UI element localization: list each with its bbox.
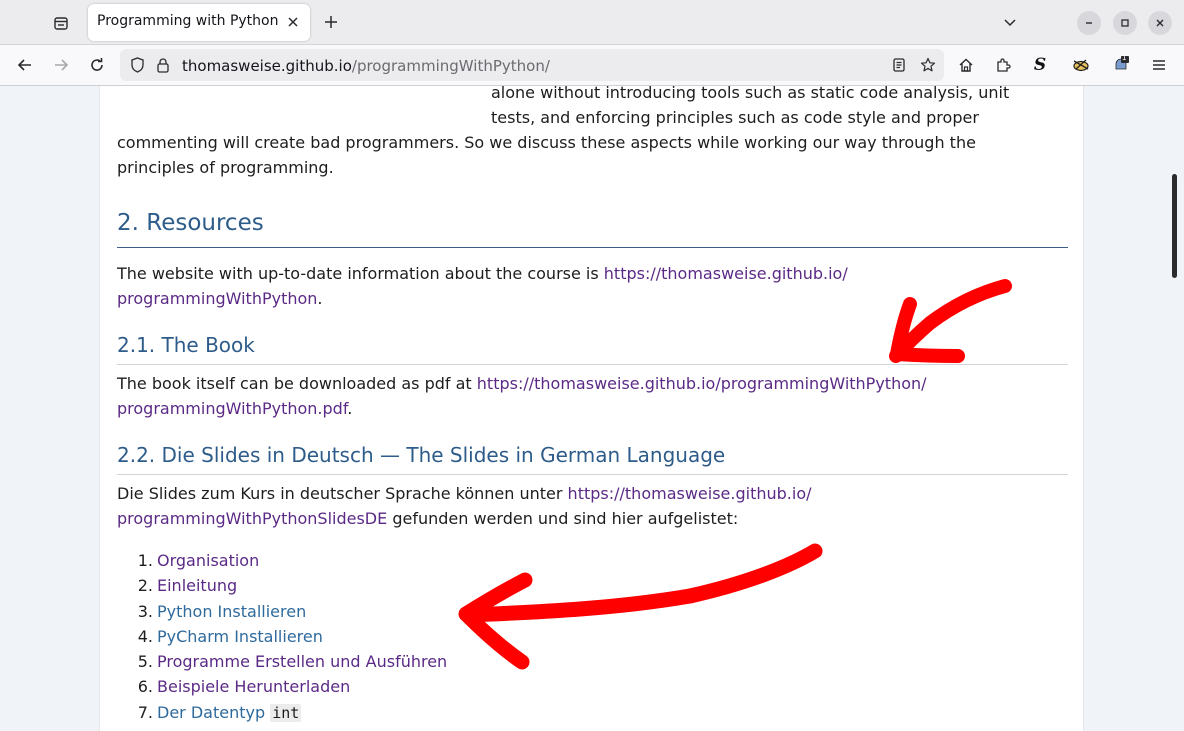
shield-icon[interactable]	[126, 54, 148, 76]
back-arrow-icon[interactable]	[13, 53, 37, 77]
home-icon[interactable]	[954, 53, 978, 77]
url-host: thomasweise.github.io	[182, 57, 352, 75]
chevron-down-icon[interactable]	[999, 11, 1021, 33]
window-close-icon[interactable]	[1148, 11, 1172, 35]
reload-icon[interactable]	[85, 53, 109, 77]
intro-line-4: principles of programming.	[117, 158, 334, 177]
menu-icon[interactable]	[1147, 53, 1171, 77]
book-link-cont[interactable]: programmingWithPython.pdf	[117, 399, 347, 418]
reader-view-icon[interactable]	[888, 54, 910, 76]
resources-heading-rule	[117, 247, 1068, 248]
list-number: 5.	[137, 652, 153, 671]
list-number: 6.	[137, 677, 153, 696]
intro-line-3: commenting will create bad programmers. …	[117, 133, 976, 152]
list-item-pycharm-installieren[interactable]: PyCharm Installieren	[157, 627, 323, 646]
lock-icon[interactable]	[152, 54, 174, 76]
slides-text: Die Slides zum Kurs in deutscher Sprache…	[117, 484, 568, 503]
intro-line-1: alone without introducing tools such as …	[491, 86, 1010, 102]
book-period: .	[347, 399, 353, 418]
book-text: The book itself can be downloaded as pdf…	[117, 374, 477, 393]
list-number: 4.	[137, 627, 153, 646]
list-item-python-installieren[interactable]: Python Installieren	[157, 602, 306, 621]
list-number: 2.	[137, 576, 153, 595]
url-path: /programmingWithPython/	[351, 57, 550, 75]
tab-title: Programming with Python	[97, 13, 279, 29]
s-extension-icon[interactable]: S	[1028, 53, 1052, 77]
resources-text: The website with up-to-date information …	[117, 264, 604, 283]
slides-paragraph: Die Slides zum Kurs in deutscher Sprache…	[117, 484, 812, 503]
intro-line-2: tests, and enforcing principles such as …	[491, 108, 979, 127]
slides-text-after: gefunden werden und sind hier aufgeliste…	[387, 509, 739, 528]
page-viewport: alone without introducing tools such as …	[0, 86, 1184, 731]
list-item-label: Der Datentyp	[157, 703, 271, 722]
resources-link[interactable]: https://thomasweise.github.io/	[604, 264, 848, 283]
list-number: 7.	[137, 703, 153, 722]
resources-link-cont[interactable]: programmingWithPython	[117, 289, 317, 308]
list-number: 1.	[137, 551, 153, 570]
slides-link-cont[interactable]: programmingWithPythonSlidesDE	[117, 509, 387, 528]
tab-bar: Programming with Python	[0, 0, 1184, 45]
new-tab-icon[interactable]	[319, 10, 343, 34]
firefox-view-icon[interactable]	[47, 9, 75, 37]
slides-heading: 2.2. Die Slides in Deutsch — The Slides …	[117, 443, 726, 467]
notification-extension-icon[interactable]: 1	[1109, 53, 1133, 77]
tab-programming-with-python[interactable]: Programming with Python	[88, 4, 310, 41]
url-bar[interactable]: thomasweise.github.io/programmingWithPyt…	[120, 49, 944, 81]
inline-code: int	[270, 704, 302, 722]
resources-period: .	[317, 289, 323, 308]
book-link[interactable]: https://thomasweise.github.io/programmin…	[477, 374, 927, 393]
slides-heading-rule	[117, 474, 1068, 475]
book-heading-rule	[117, 364, 1068, 365]
list-item-organisation[interactable]: Organisation	[157, 551, 259, 570]
extensions-icon[interactable]	[991, 53, 1015, 77]
list-number: 3.	[137, 602, 153, 621]
slides-paragraph-line-2: programmingWithPythonSlidesDE gefunden w…	[117, 509, 738, 528]
star-icon[interactable]	[917, 54, 939, 76]
notification-badge: 1	[1122, 54, 1127, 62]
book-paragraph: The book itself can be downloaded as pdf…	[117, 374, 927, 393]
book-heading: 2.1. The Book	[117, 333, 255, 357]
close-icon[interactable]	[284, 13, 302, 31]
list-item-beispiele-herunterladen[interactable]: Beispiele Herunterladen	[157, 677, 350, 696]
resources-paragraph-line-2: programmingWithPython.	[117, 289, 323, 308]
fox-extension-icon[interactable]	[1069, 53, 1093, 77]
url-text[interactable]: thomasweise.github.io/programmingWithPyt…	[182, 57, 550, 75]
minimize-icon[interactable]	[1077, 11, 1101, 35]
book-paragraph-line-2: programmingWithPython.pdf.	[117, 399, 352, 418]
list-item-einleitung[interactable]: Einleitung	[157, 576, 237, 595]
scrollbar-thumb[interactable]	[1172, 174, 1177, 278]
resources-heading: 2. Resources	[117, 210, 264, 236]
list-item-programme-erstellen[interactable]: Programme Erstellen und Ausführen	[157, 652, 447, 671]
list-item-der-datentyp-int[interactable]: Der Datentyp int	[157, 703, 302, 722]
resources-paragraph: The website with up-to-date information …	[117, 264, 848, 283]
forward-arrow-icon[interactable]	[49, 53, 73, 77]
maximize-icon[interactable]	[1113, 11, 1137, 35]
navigation-bar: thomasweise.github.io/programmingWithPyt…	[0, 45, 1184, 86]
slides-link[interactable]: https://thomasweise.github.io/	[568, 484, 812, 503]
